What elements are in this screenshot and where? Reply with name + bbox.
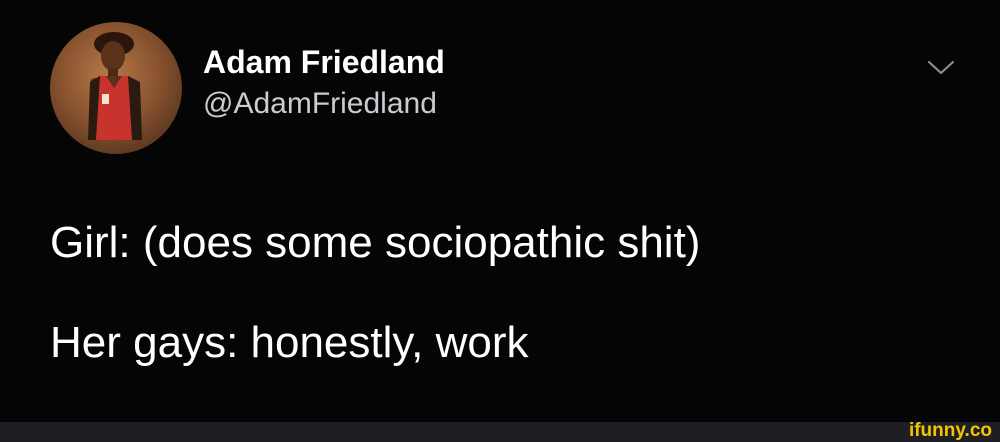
watermark-bar: ifunny.co (0, 420, 1000, 442)
tweet-text-line-1: Girl: (does some sociopathic shit) (50, 218, 701, 267)
tweet-author: Adam Friedland @AdamFriedland (203, 42, 445, 124)
chevron-down-icon[interactable] (924, 56, 958, 78)
avatar-photo-icon (88, 32, 142, 140)
ifunny-watermark: ifunny.co (908, 420, 992, 441)
display-name[interactable]: Adam Friedland (203, 42, 445, 82)
user-handle[interactable]: @AdamFriedland (203, 84, 445, 124)
tweet-card: Adam Friedland @AdamFriedland Girl: (doe… (0, 0, 1000, 442)
avatar[interactable] (50, 22, 182, 154)
tweet-text-line-2: Her gays: honestly, work (50, 318, 529, 367)
